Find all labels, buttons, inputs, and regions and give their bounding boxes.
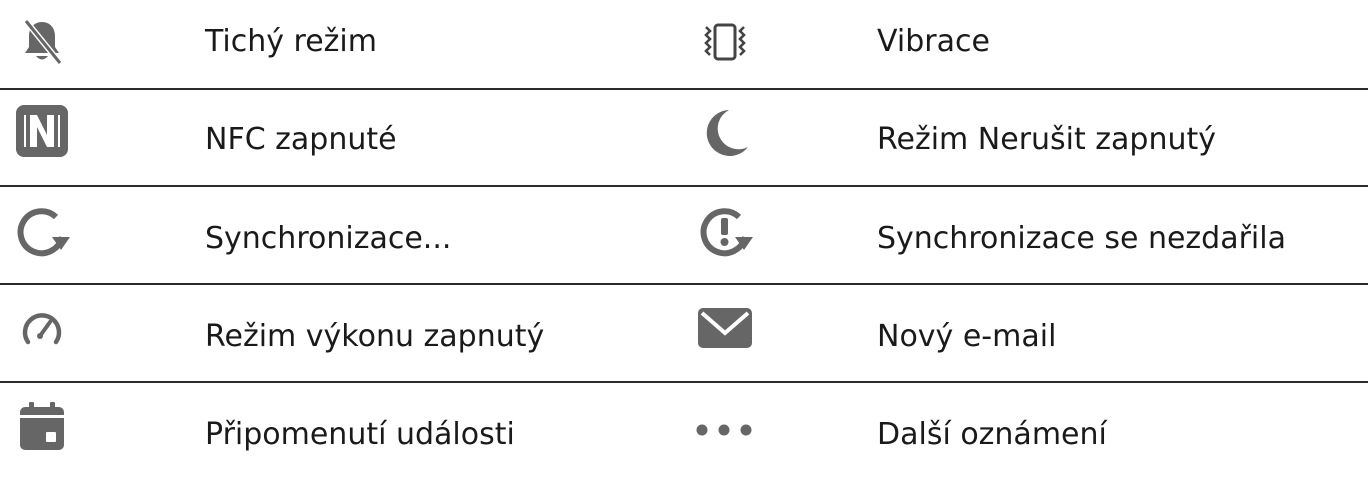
moon-icon [693, 101, 757, 165]
row-label-right: Další oznámení [877, 417, 1107, 452]
status-icon-table: Tichý režim Vibrace NFC zapnuté Režim Ne… [0, 0, 1368, 474]
vibration-icon [693, 10, 757, 74]
table-row: Synchronizace... Synchronizace se nezdař… [0, 186, 1368, 282]
row-label-left: Připomenutí události [205, 417, 515, 452]
bell-off-icon [10, 10, 74, 74]
row-label-left: Synchronizace... [205, 221, 452, 256]
calendar-icon [10, 394, 74, 458]
table-row: NFC zapnuté Režim Nerušit zapnutý [0, 89, 1368, 185]
row-label-left: NFC zapnuté [205, 122, 397, 157]
speedometer-icon [10, 296, 74, 360]
table-row: Tichý režim Vibrace [0, 0, 1368, 96]
row-label-right: Režim Nerušit zapnutý [877, 122, 1217, 157]
row-label-left: Režim výkonu zapnutý [205, 319, 545, 354]
sync-icon [10, 200, 74, 264]
nfc-icon [10, 99, 74, 163]
table-row: Připomenutí události Další oznámení [0, 382, 1368, 478]
row-label-right: Nový e-mail [877, 319, 1057, 354]
mail-icon [693, 296, 757, 360]
table-row: Režim výkonu zapnutý Nový e-mail [0, 284, 1368, 380]
more-dots-icon [693, 398, 757, 462]
row-label-right: Vibrace [877, 24, 990, 59]
row-label-left: Tichý režim [205, 24, 377, 59]
sync-failed-icon [693, 200, 757, 264]
row-label-right: Synchronizace se nezdařila [877, 221, 1286, 256]
